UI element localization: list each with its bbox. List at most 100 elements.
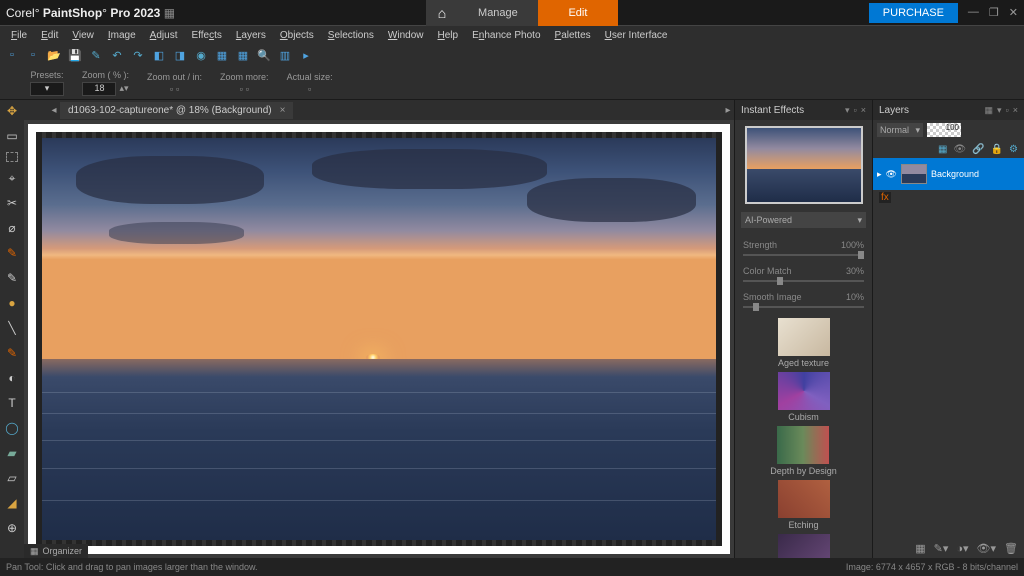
- new-icon[interactable]: ▫: [4, 47, 20, 63]
- new-layer-icon[interactable]: ▦: [938, 144, 947, 155]
- ly-mask-icon[interactable]: ◑▾: [956, 542, 968, 555]
- link-icon[interactable]: 🔗: [972, 144, 984, 155]
- effect-aged-texture[interactable]: Aged texture: [778, 318, 830, 368]
- zoom-out-icon[interactable]: ▫: [170, 84, 173, 94]
- seascript-icon[interactable]: ✎: [88, 47, 104, 63]
- open-multi-icon[interactable]: ▫: [25, 47, 41, 63]
- dropper-tool[interactable]: ⌖: [3, 169, 21, 187]
- minimize-icon[interactable]: —: [968, 6, 979, 19]
- redeye-tool[interactable]: ✎: [3, 244, 21, 262]
- panel-float-icon[interactable]: ▫: [854, 105, 857, 116]
- menu-ui[interactable]: User Interface: [598, 28, 675, 43]
- layers-float-icon[interactable]: ▫: [1006, 105, 1009, 116]
- tab-manage[interactable]: Manage: [458, 0, 538, 26]
- more-icon[interactable]: ▸: [298, 47, 314, 63]
- zoom-more-in-icon[interactable]: ▫: [246, 84, 249, 94]
- zoom-in-icon[interactable]: ▫: [176, 84, 179, 94]
- layer-background[interactable]: ▸ 👁 Background: [873, 158, 1024, 190]
- paintbrush-tool[interactable]: ✎: [3, 344, 21, 362]
- tab-welcome[interactable]: ⌂: [426, 0, 458, 26]
- effect-cubism[interactable]: Cubism: [778, 372, 830, 422]
- purchase-button[interactable]: PURCHASE: [869, 3, 958, 23]
- menu-enhance[interactable]: Enhance Photo: [465, 28, 547, 43]
- effect-etching[interactable]: Etching: [778, 480, 830, 530]
- save-icon[interactable]: 💾: [67, 47, 83, 63]
- open-icon[interactable]: 📂: [46, 47, 62, 63]
- add-tool[interactable]: ⊕: [3, 519, 21, 537]
- pan-tool[interactable]: ✥: [3, 102, 21, 120]
- menu-edit[interactable]: Edit: [34, 28, 65, 43]
- zoom-more-out-icon[interactable]: ▫: [240, 84, 243, 94]
- flood-fill-tool[interactable]: ◢: [3, 494, 21, 512]
- aquire-icon[interactable]: ▦: [214, 47, 230, 63]
- menu-effects[interactable]: Effects: [184, 28, 228, 43]
- menu-view[interactable]: View: [65, 28, 101, 43]
- menu-palettes[interactable]: Palettes: [548, 28, 598, 43]
- menu-image[interactable]: Image: [101, 28, 143, 43]
- layers-menu-icon[interactable]: ▦: [984, 105, 993, 116]
- panel-close-icon[interactable]: ×: [861, 105, 866, 116]
- browse-icon[interactable]: 🔍: [256, 47, 272, 63]
- ly-new-icon[interactable]: ▦: [915, 542, 925, 555]
- eraser-tool[interactable]: ▱: [3, 469, 21, 487]
- scratch-tool[interactable]: ╲: [3, 319, 21, 337]
- undo-icon[interactable]: ↶: [109, 47, 125, 63]
- menu-layers[interactable]: Layers: [229, 28, 273, 43]
- clone-tool[interactable]: ●: [3, 294, 21, 312]
- menu-window[interactable]: Window: [381, 28, 431, 43]
- actual-size-icon[interactable]: ▫: [308, 84, 311, 94]
- organizer-icon[interactable]: ◧: [151, 47, 167, 63]
- shape-tool[interactable]: ◯: [3, 419, 21, 437]
- picture-tube-tool[interactable]: ▰: [3, 444, 21, 462]
- effect-depth-by-design[interactable]: Depth by Design: [770, 426, 837, 476]
- tab-close-icon[interactable]: ×: [280, 105, 286, 116]
- menu-adjust[interactable]: Adjust: [143, 28, 185, 43]
- strength-slider[interactable]: [743, 254, 864, 256]
- presets-dd[interactable]: ▾: [30, 82, 64, 96]
- makeover-tool[interactable]: ✎: [3, 269, 21, 287]
- menu-file[interactable]: File: [4, 28, 34, 43]
- selection-tool[interactable]: [6, 152, 18, 162]
- mask-icon[interactable]: fx: [879, 192, 891, 203]
- layer-settings-icon[interactable]: ⚙: [1009, 144, 1018, 155]
- menu-selections[interactable]: Selections: [321, 28, 381, 43]
- tab-prev[interactable]: ◂: [48, 105, 60, 116]
- colormatch-slider[interactable]: [743, 280, 864, 282]
- layers-dd-icon[interactable]: ▾: [997, 105, 1002, 116]
- menu-help[interactable]: Help: [431, 28, 466, 43]
- lighten-tool[interactable]: ◐: [3, 369, 21, 387]
- layer-expand-icon[interactable]: ▸: [877, 169, 882, 180]
- effect-category-dd[interactable]: AI-Powered▾: [741, 212, 866, 228]
- ly-brush-icon[interactable]: ✎▾: [934, 542, 949, 555]
- menu-objects[interactable]: Objects: [273, 28, 321, 43]
- effect-more[interactable]: [778, 534, 830, 558]
- organizer-tab[interactable]: ▦ Organizer: [24, 544, 88, 558]
- layers-close-icon[interactable]: ×: [1013, 105, 1018, 116]
- panel-menu-icon[interactable]: ▾: [845, 105, 850, 116]
- opacity-slider[interactable]: 100: [927, 123, 961, 137]
- document-tab[interactable]: d1063-102-captureone* @ 18% (Background)…: [60, 102, 293, 119]
- nav-icon[interactable]: ◉: [193, 47, 209, 63]
- zoom-value[interactable]: 18: [82, 82, 116, 96]
- lock-icon[interactable]: 🔒: [991, 144, 1003, 155]
- visibility-icon[interactable]: 👁: [953, 144, 966, 155]
- layer-visibility-icon[interactable]: 👁: [886, 169, 897, 180]
- crop-tool[interactable]: ✂: [3, 194, 21, 212]
- tab-edit[interactable]: Edit: [538, 0, 618, 26]
- straighten-tool[interactable]: ⌀: [3, 219, 21, 237]
- text-tool[interactable]: T: [3, 394, 21, 412]
- smooth-slider[interactable]: [743, 306, 864, 308]
- redo-icon[interactable]: ↷: [130, 47, 146, 63]
- blend-mode-dd[interactable]: Normal▾: [877, 123, 923, 137]
- maximize-icon[interactable]: ❐: [989, 6, 999, 19]
- ly-link2-icon[interactable]: 👁▾: [977, 542, 997, 555]
- resize-icon[interactable]: ◨: [172, 47, 188, 63]
- tab-next[interactable]: ▸: [722, 105, 734, 116]
- aquire2-icon[interactable]: ▦: [235, 47, 251, 63]
- ly-delete-icon[interactable]: 🗑: [1004, 542, 1018, 555]
- canvas[interactable]: [28, 124, 730, 554]
- close-icon[interactable]: ✕: [1009, 6, 1018, 19]
- layers-icon[interactable]: ▥: [277, 47, 293, 63]
- pick-tool[interactable]: ▭: [3, 127, 21, 145]
- stepper-icon[interactable]: ▴▾: [119, 83, 128, 94]
